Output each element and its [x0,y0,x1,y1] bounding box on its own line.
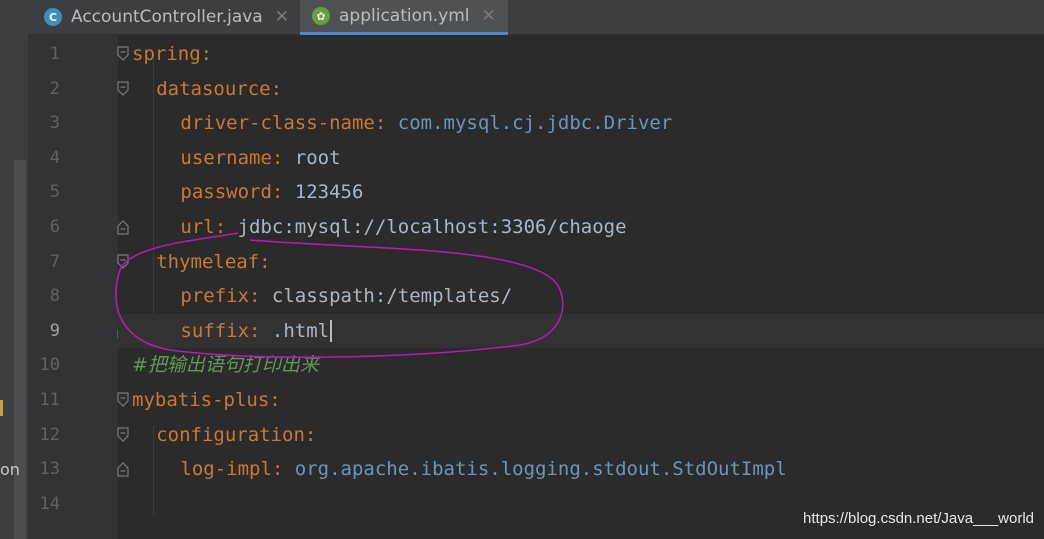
code-line: datasource: [156,72,282,107]
yaml-value: classpath:/templates/ [260,285,513,308]
line-number: 1 [49,44,60,64]
tab-application-yml[interactable]: ✿ application.yml ✕ [300,0,508,35]
yaml-key: username [180,146,272,169]
code-line: driver-class-name: com.mysql.cj.jdbc.Dri… [180,106,672,141]
line-number: 13 [39,459,60,480]
panel-scrollbar[interactable] [14,160,26,539]
panel-marker [0,400,3,416]
tab-label: application.yml [339,6,470,26]
code-line: username: root [180,141,340,176]
line-number: 2 [49,78,60,99]
line-number: 6 [49,217,60,237]
line-number: 8 [49,286,60,307]
yaml-colon: : [269,389,281,411]
close-icon[interactable]: ✕ [275,7,289,27]
text-caret [330,320,333,343]
code-line: thymeleaf: [156,245,270,280]
yaml-value: org.apache.ibatis.logging.stdout.StdOutI… [283,458,787,481]
yaml-comment: #把输出语句打印出来 [132,354,319,377]
yaml-value: root [283,146,341,169]
yaml-key: spring [132,43,201,65]
yaml-colon: : [249,285,261,308]
line-number: 4 [49,147,60,168]
yaml-key: url [180,216,215,238]
yaml-key: thymeleaf [156,250,260,273]
indent-guide [153,53,154,318]
code-line: url: jdbc:mysql://localhost:3306/chaoge [180,210,626,245]
yaml-colon: : [271,146,284,169]
yaml-colon: : [214,216,227,238]
yaml-colon: : [249,319,261,342]
editor-tab-bar: C AccountController.java ✕ ✿ application… [28,0,1044,35]
code-line: mybatis-plus: [132,383,281,418]
spring-yaml-icon: ✿ [312,7,330,25]
code-line: spring: [132,37,212,72]
watermark: https://blog.csdn.net/Java___world [803,510,1034,527]
tab-label: AccountController.java [71,7,263,27]
code-line: suffix: .html [180,314,333,349]
code-line: configuration: [156,418,316,453]
yaml-key: suffix [180,319,250,342]
code-line: log-impl: org.apache.ibatis.logging.stdo… [180,452,786,487]
yaml-colon: : [304,423,317,446]
line-number: 3 [49,113,60,134]
yaml-key: log-impl [180,458,272,481]
yaml-key: configuration [156,423,305,446]
code-line: password: 123456 [180,175,363,210]
code-editor[interactable]: spring: datasource: driver-class-name: com… [118,35,1044,539]
yaml-value: 123456 [283,181,364,204]
line-number: 11 [39,390,60,410]
java-class-icon: C [44,8,62,26]
yaml-value: com.mysql.cj.jdbc.Driver [386,112,673,135]
line-number: 9 [49,320,60,341]
panel-partial-text: on [0,460,20,479]
yaml-colon: : [259,250,271,273]
indent-guide [153,425,154,515]
code-line: #把输出语句打印出来 [132,348,319,383]
yaml-key: mybatis-plus [132,389,270,411]
yaml-key: password [180,181,272,204]
line-number: 10 [39,355,60,376]
tab-account-controller[interactable]: C AccountController.java ✕ [44,0,289,34]
close-icon[interactable]: ✕ [482,6,496,26]
yaml-key: driver-class-name [180,112,375,135]
yaml-colon: : [271,181,284,204]
yaml-colon: : [271,458,284,481]
yaml-colon: : [270,77,283,100]
yaml-key: prefix [180,285,250,308]
line-number-gutter: 1 2 3 4 5 6 7 8 9 10 11 12 13 14 [28,35,118,539]
line-number: 14 [39,493,60,514]
project-panel-edge: on [0,0,28,539]
yaml-value: jdbc:mysql://localhost:3306/chaoge [226,216,627,238]
yaml-value: .html [260,319,330,342]
line-number: 12 [39,424,60,445]
yaml-key: datasource [156,77,271,100]
line-number: 7 [49,251,60,272]
yaml-colon: : [200,43,213,65]
line-number: 5 [49,182,60,203]
code-line: prefix: classpath:/templates/ [180,279,512,314]
yaml-colon: : [374,112,387,135]
